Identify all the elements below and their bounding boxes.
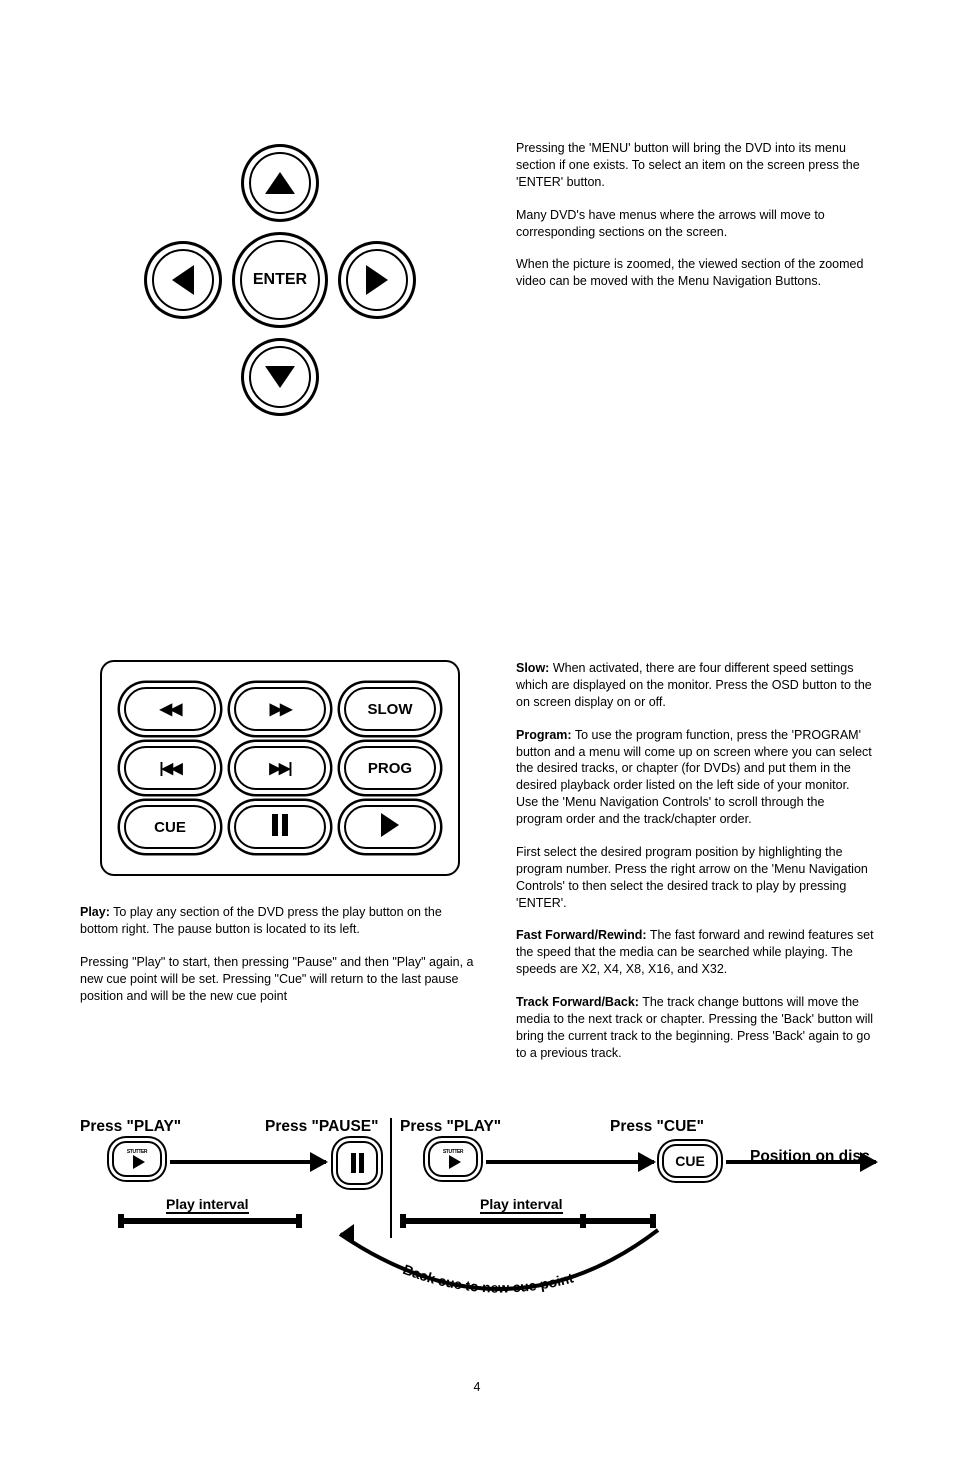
rewind-button[interactable]: [124, 687, 216, 731]
triangle-left-icon: [172, 265, 194, 295]
label-press-play: Press "PLAY": [80, 1118, 181, 1136]
track-description: Track Forward/Back: The track change but…: [516, 994, 874, 1062]
play-icon: [133, 1155, 145, 1169]
fast-forward-icon: [270, 699, 291, 719]
track-back-button[interactable]: [124, 746, 216, 790]
timeline-cue-btn: CUE: [662, 1144, 718, 1178]
label-press-cue: Press "CUE": [610, 1118, 704, 1136]
menu-para-2: Many DVD's have menus where the arrows w…: [516, 207, 874, 241]
cue-timeline-diagram: Press "PLAY" Press "PAUSE" Press "PLAY" …: [80, 1118, 880, 1348]
interval-bar-1: [118, 1218, 302, 1224]
vertical-divider: [390, 1118, 392, 1238]
label-press-play2: Press "PLAY": [400, 1118, 501, 1136]
track-back-icon: [159, 759, 180, 777]
ffrw-lead: Fast Forward/Rewind:: [516, 928, 647, 942]
prog-button[interactable]: PROG: [344, 746, 436, 790]
slow-description: Slow: When activated, there are four dif…: [516, 660, 874, 711]
page-number: 4: [80, 1380, 874, 1394]
arrow-2: [486, 1160, 654, 1164]
menu-nav-dpad: ENTER: [140, 140, 420, 420]
pause-button[interactable]: [234, 805, 326, 849]
track-forward-button[interactable]: [234, 746, 326, 790]
rewind-icon: [160, 699, 181, 719]
play-icon: [381, 813, 399, 841]
program-description: Program: To use the program function, pr…: [516, 727, 874, 828]
label-press-pause: Press "PAUSE": [265, 1118, 379, 1136]
back-cue-curve: Back cue to new cue point: [340, 1226, 670, 1306]
pause-icon: [272, 814, 288, 840]
ffrw-description: Fast Forward/Rewind: The fast forward an…: [516, 927, 874, 978]
interval-label-2: Play interval: [480, 1196, 563, 1214]
slow-button[interactable]: SLOW: [344, 687, 436, 731]
svg-text:Back cue to new cue point: Back cue to new cue point: [401, 1260, 576, 1295]
menu-para-1: Pressing the 'MENU' button will bring th…: [516, 140, 874, 191]
timeline-pause-btn: [336, 1141, 378, 1185]
timeline-play-btn-2: STUTTER: [428, 1141, 478, 1177]
triangle-right-icon: [366, 265, 388, 295]
dpad-up-button[interactable]: [249, 152, 311, 214]
track-lead: Track Forward/Back:: [516, 995, 639, 1009]
curve-text: Back cue to new cue point: [401, 1260, 576, 1295]
cue-button[interactable]: CUE: [124, 805, 216, 849]
triangle-down-icon: [265, 366, 295, 388]
arrow-3: [726, 1160, 876, 1164]
play-body: To play any section of the DVD press the…: [80, 905, 442, 936]
timeline-play-btn-1: STUTTER: [112, 1141, 162, 1177]
interval-bar-2: [400, 1218, 656, 1224]
program-lead: Program:: [516, 728, 572, 742]
enter-button[interactable]: ENTER: [240, 240, 320, 320]
program-para2: First select the desired program positio…: [516, 844, 874, 912]
play-description: Play: To play any section of the DVD pre…: [80, 904, 480, 938]
menu-para-3: When the picture is zoomed, the viewed s…: [516, 256, 874, 290]
dpad-right-button[interactable]: [346, 249, 408, 311]
cue-description: Pressing "Play" to start, then pressing …: [80, 954, 480, 1005]
triangle-up-icon: [265, 172, 295, 194]
play-icon: [449, 1155, 461, 1169]
arrow-1: [170, 1160, 326, 1164]
track-forward-icon: [269, 759, 290, 777]
fast-forward-button[interactable]: [234, 687, 326, 731]
play-button[interactable]: [344, 805, 436, 849]
dpad-down-button[interactable]: [249, 346, 311, 408]
program-body: To use the program function, press the '…: [516, 728, 872, 826]
slow-lead: Slow:: [516, 661, 549, 675]
slow-body: When activated, there are four different…: [516, 661, 872, 709]
dpad-left-button[interactable]: [152, 249, 214, 311]
pause-icon: [351, 1153, 356, 1173]
interval-label-1: Play interval: [166, 1196, 249, 1214]
transport-button-grid: SLOW PROG CUE: [100, 660, 460, 876]
play-lead: Play:: [80, 905, 110, 919]
